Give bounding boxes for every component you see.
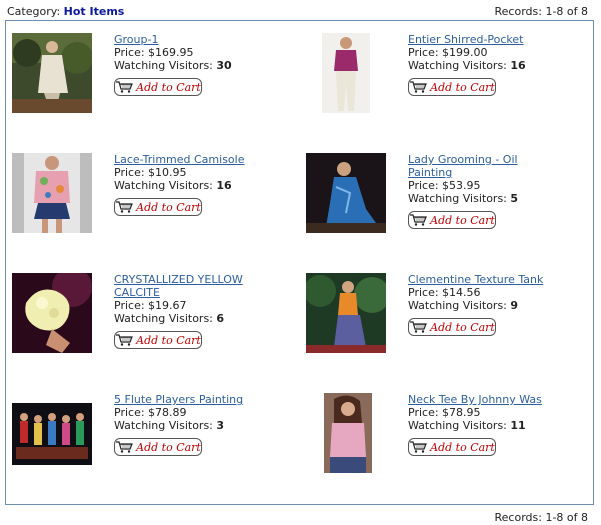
product-title-link[interactable]: CRYSTALLIZED YELLOW (114, 273, 289, 286)
cart-icon (116, 441, 134, 453)
product-price: Price: $199.00 (408, 46, 488, 59)
product-thumbnail[interactable] (322, 33, 370, 113)
product-price: Price: $14.56 (408, 286, 481, 299)
add-to-cart-button[interactable]: Add to Cart (408, 438, 496, 456)
product-price: Price: $78.95 (408, 406, 481, 419)
product-item: Group-1 Price: $169.95 Watching Visitors… (12, 33, 292, 133)
cart-icon (410, 321, 428, 333)
product-title-link-line2[interactable]: CALCITE (114, 286, 289, 299)
watching-visitors: Watching Visitors: 16 (114, 179, 232, 192)
category-name[interactable]: Hot Items (64, 5, 125, 18)
product-thumbnail[interactable] (324, 393, 372, 473)
product-title-link[interactable]: Clementine Texture Tank (408, 273, 583, 286)
product-price: Price: $19.67 (114, 299, 187, 312)
product-item: Entier Shirred-Pocket Price: $199.00 Wat… (306, 33, 586, 133)
product-item: Lace-Trimmed Camisole Price: $10.95 Watc… (12, 153, 292, 253)
watching-visitors: Watching Visitors: 11 (408, 419, 526, 432)
product-title-link[interactable]: Lace-Trimmed Camisole (114, 153, 289, 166)
cart-icon (410, 81, 428, 93)
product-item: Neck Tee By Johnny Was Price: $78.95 Wat… (306, 393, 586, 493)
watching-visitors: Watching Visitors: 9 (408, 299, 519, 312)
cart-icon (116, 334, 134, 346)
records-count-top: Records: 1-8 of 8 (494, 5, 589, 18)
add-to-cart-button[interactable]: Add to Cart (408, 318, 496, 336)
product-price: Price: $10.95 (114, 166, 187, 179)
product-grid: Group-1 Price: $169.95 Watching Visitors… (5, 20, 594, 505)
watching-visitors: Watching Visitors: 16 (408, 59, 526, 72)
product-item: 5 Flute Players Painting Price: $78.89 W… (12, 393, 292, 493)
product-title-link[interactable]: 5 Flute Players Painting (114, 393, 289, 406)
add-to-cart-button[interactable]: Add to Cart (114, 438, 202, 456)
product-price: Price: $53.95 (408, 179, 481, 192)
cart-icon (410, 441, 428, 453)
watching-visitors: Watching Visitors: 6 (114, 312, 225, 325)
cart-icon (116, 81, 134, 93)
product-price: Price: $78.89 (114, 406, 187, 419)
product-title-link-line2[interactable]: Painting (408, 166, 583, 179)
add-to-cart-button[interactable]: Add to Cart (114, 78, 202, 96)
watching-visitors: Watching Visitors: 5 (408, 192, 519, 205)
add-to-cart-button[interactable]: Add to Cart (114, 331, 202, 349)
product-title-link[interactable]: Neck Tee By Johnny Was (408, 393, 583, 406)
product-thumbnail[interactable] (12, 33, 92, 113)
product-thumbnail[interactable] (12, 273, 92, 353)
add-to-cart-button[interactable]: Add to Cart (408, 211, 496, 229)
product-price: Price: $169.95 (114, 46, 194, 59)
product-thumbnail[interactable] (12, 153, 92, 233)
product-item: CRYSTALLIZED YELLOW CALCITE Price: $19.6… (12, 273, 292, 373)
watching-visitors: Watching Visitors: 30 (114, 59, 232, 72)
watching-visitors: Watching Visitors: 3 (114, 419, 225, 432)
product-title-link[interactable]: Lady Grooming - Oil (408, 153, 583, 166)
add-to-cart-button[interactable]: Add to Cart (408, 78, 496, 96)
product-item: Lady Grooming - Oil Painting Price: $53.… (306, 153, 586, 253)
product-thumbnail[interactable] (12, 403, 92, 465)
cart-icon (410, 214, 428, 226)
product-thumbnail[interactable] (306, 273, 386, 353)
product-title-link[interactable]: Group-1 (114, 33, 289, 46)
cart-icon (116, 201, 134, 213)
category-header: Category: Hot Items Records: 1-8 of 8 (5, 3, 588, 21)
add-to-cart-button[interactable]: Add to Cart (114, 198, 202, 216)
product-title-link[interactable]: Entier Shirred-Pocket (408, 33, 583, 46)
product-thumbnail[interactable] (306, 153, 386, 233)
records-count-bottom: Records: 1-8 of 8 (494, 511, 589, 524)
category-label: Category: Hot Items (7, 5, 125, 18)
product-item: Clementine Texture Tank Price: $14.56 Wa… (306, 273, 586, 373)
